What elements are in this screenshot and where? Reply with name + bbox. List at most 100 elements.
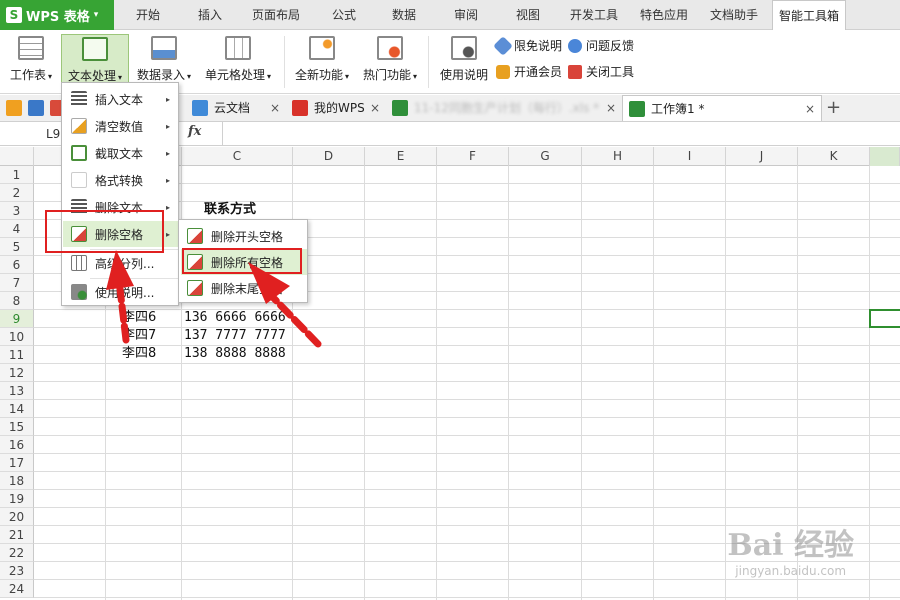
user-guide-button[interactable]: 使用说明 [436,34,492,90]
menu-item-user-guide[interactable]: 使用说明... [63,279,178,305]
open-folder-icon[interactable] [6,100,22,116]
row-header[interactable]: 20 [0,508,34,526]
column-header[interactable]: G [509,147,582,166]
tab-data[interactable]: 数据 [380,0,428,30]
menu-item-delete-trailing-spaces[interactable]: 删除末尾空格 [181,275,307,301]
row-header[interactable]: 11 [0,346,34,364]
save-icon[interactable] [28,100,44,116]
column-header-selected[interactable] [870,147,900,166]
new-features-icon [309,36,335,60]
worksheet-button[interactable]: 工作表 ▾ [6,34,56,90]
row-header[interactable]: 12 [0,364,34,382]
column-header[interactable]: K [798,147,870,166]
tab-view[interactable]: 视图 [504,0,552,30]
close-tool-link[interactable]: 关闭工具 [568,62,634,82]
column-header[interactable]: J [726,147,798,166]
close-icon[interactable]: × [370,95,380,121]
menu-item-extract-text[interactable]: 截取文本 ▸ [63,140,178,166]
menu-item-clear-values[interactable]: 清空数值 ▸ [63,113,178,139]
cell-c11[interactable]: 138 8888 8888 [184,345,286,363]
active-cell-l9[interactable] [869,309,900,328]
row-header[interactable]: 10 [0,328,34,346]
menu-item-format-convert[interactable]: 格式转换 ▸ [63,167,178,193]
tab-my-wps[interactable]: 我的WPS × [286,95,386,121]
row-header[interactable]: 19 [0,490,34,508]
feedback-link[interactable]: 问题反馈 [568,36,634,56]
column-header[interactable]: E [365,147,437,166]
fx-icon[interactable]: fx [188,124,201,139]
column-header[interactable]: C [182,147,293,166]
tab-developer[interactable]: 开发工具 [564,0,624,30]
tab-cloud-docs[interactable]: 云文档 × [186,95,286,121]
open-membership-link[interactable]: 开通会员 [496,62,562,82]
row-header[interactable]: 23 [0,562,34,580]
cell-c10[interactable]: 137 7777 7777 [184,327,286,345]
column-header[interactable]: H [582,147,654,166]
row-header[interactable]: 5 [0,238,34,256]
cell-b9[interactable]: 李四6 [122,309,156,327]
tab-doc-assistant[interactable]: 文档助手 [704,0,764,30]
tab-page-layout[interactable]: 页面布局 [246,0,306,30]
tab-formulas[interactable]: 公式 [320,0,368,30]
cell-b11[interactable]: 李四8 [122,345,156,363]
free-trial-info-link[interactable]: 限免说明 [493,36,562,56]
tab-insert[interactable]: 插入 [186,0,234,30]
highlight-delete-spaces [45,210,164,253]
select-all-corner[interactable] [0,147,34,166]
tab-review[interactable]: 审阅 [442,0,490,30]
app-menu-button[interactable]: S WPS 表格 ▾ [0,0,114,30]
chevron-right-icon: ▸ [165,175,170,185]
popular-features-button[interactable]: 热门功能 ▾ [358,34,422,90]
tab-features[interactable]: 特色应用 [634,0,694,30]
tab-production-plan[interactable]: 11-12同胞生产计划（每行）.xls * × [386,95,622,121]
wps-w-icon [292,100,308,116]
close-box-icon [568,65,582,79]
split-columns-icon [71,255,87,271]
row-header[interactable]: 24 [0,580,34,598]
chevron-right-icon: ▸ [165,202,170,212]
tab-cloud-docs-label: 云文档 [214,101,251,115]
row-header[interactable]: 15 [0,418,34,436]
row-header[interactable]: 18 [0,472,34,490]
open-membership-label: 开通会员 [514,65,563,79]
menu-item-advanced-split[interactable]: 高级分列... [63,250,178,276]
row-header[interactable]: 16 [0,436,34,454]
column-header[interactable]: D [293,147,365,166]
row-header[interactable]: 14 [0,400,34,418]
worksheet-label: 工作表 [9,68,46,82]
cell-processing-label: 单元格处理 [204,68,265,82]
new-features-button[interactable]: 全新功能 ▾ [290,34,354,90]
info-document-icon [451,36,477,60]
row-header[interactable]: 4 [0,220,34,238]
row-header[interactable]: 1 [0,166,34,184]
row-header[interactable]: 7 [0,274,34,292]
column-header[interactable]: F [437,147,509,166]
tab-home[interactable]: 开始 [124,0,172,30]
new-features-label: 全新功能 [294,68,343,82]
watermark-url: jingyan.baidu.com [735,564,847,578]
close-icon[interactable]: × [606,95,616,121]
chevron-down-icon: ▾ [48,72,53,81]
cell-c9[interactable]: 136 6666 6666 [184,309,286,327]
tab-smart-toolbox[interactable]: 智能工具箱 [772,0,846,30]
new-tab-button[interactable]: + [826,96,841,120]
column-header[interactable]: I [654,147,726,166]
cell-c3[interactable]: 联系方式 [204,201,256,219]
close-icon[interactable]: × [270,95,280,121]
cell-b10[interactable]: 李四7 [122,327,156,345]
row-header[interactable]: 8 [0,292,34,310]
row-header[interactable]: 17 [0,454,34,472]
menu-item-insert-text[interactable]: 插入文本 ▸ [63,86,178,112]
row-header[interactable]: 22 [0,544,34,562]
ribbon-separator [428,36,429,88]
row-header[interactable]: 6 [0,256,34,274]
row-header[interactable]: 13 [0,382,34,400]
close-icon[interactable]: × [805,96,815,122]
tab-workbook1[interactable]: 工作簿1 * × [622,95,822,121]
menu-item-delete-leading-spaces[interactable]: 删除开头空格 [181,223,307,249]
cell-processing-button[interactable]: 单元格处理 ▾ [200,34,276,90]
row-header[interactable]: 21 [0,526,34,544]
row-header[interactable]: 2 [0,184,34,202]
row-header[interactable]: 9 [0,310,34,328]
row-header[interactable]: 3 [0,202,34,220]
